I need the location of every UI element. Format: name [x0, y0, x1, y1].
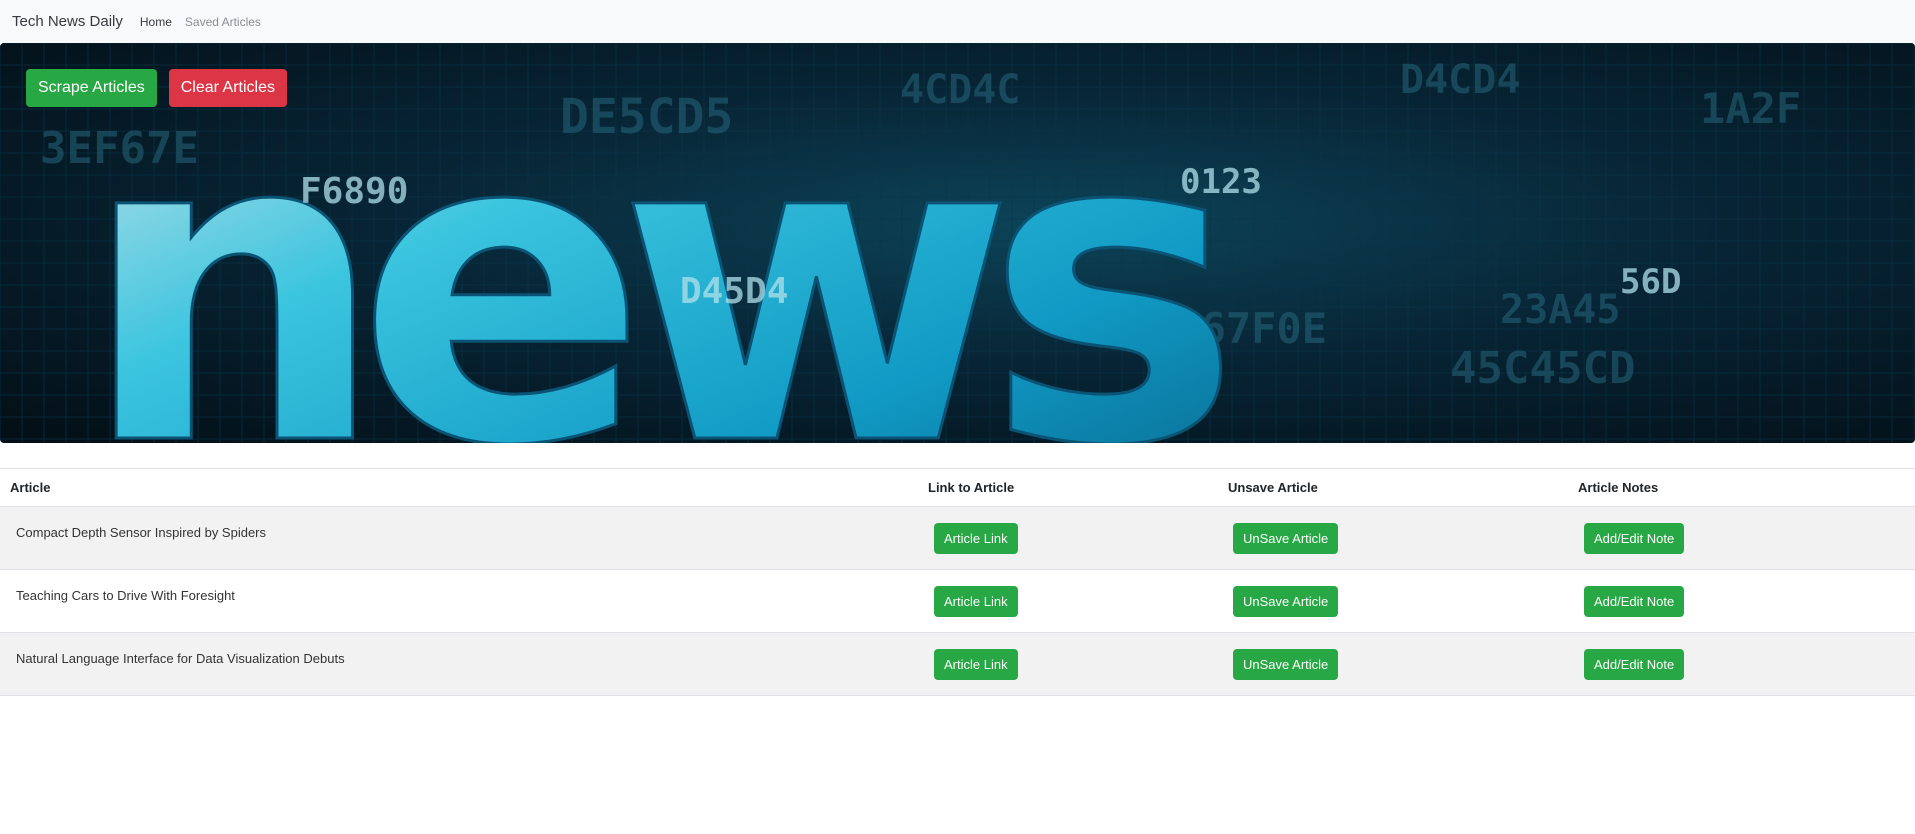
add-edit-note-button[interactable]: Add/Edit Note: [1584, 522, 1685, 554]
table-row: Teaching Cars to Drive With Foresight Ar…: [0, 569, 1915, 633]
hero-banner: 3EF67E DE5CD5 4CD4C D4CD4 1A2F 45C45CD 8…: [0, 43, 1915, 443]
unsave-article-button[interactable]: UnSave Article: [1233, 648, 1339, 680]
nav-link-home[interactable]: Home: [140, 15, 172, 29]
article-title: Natural Language Interface for Data Visu…: [16, 650, 345, 666]
article-title-cell: Natural Language Interface for Data Visu…: [0, 632, 928, 696]
clear-articles-button[interactable]: Clear Articles: [168, 69, 287, 107]
article-link-button[interactable]: Article Link: [934, 585, 1018, 617]
unsave-cell: UnSave Article: [1228, 632, 1578, 696]
news-banner-image: 3EF67E DE5CD5 4CD4C D4CD4 1A2F 45C45CD 8…: [0, 43, 1915, 443]
note-cell: Add/Edit Note: [1578, 632, 1915, 696]
note-cell: Add/Edit Note: [1578, 569, 1915, 633]
table-row: Compact Depth Sensor Inspired by Spiders…: [0, 506, 1915, 570]
unsave-cell: UnSave Article: [1228, 506, 1578, 570]
header-article: Article: [0, 468, 928, 507]
header-link: Link to Article: [928, 468, 1228, 507]
article-title: Compact Depth Sensor Inspired by Spiders: [16, 524, 267, 540]
article-title-cell: Compact Depth Sensor Inspired by Spiders: [0, 506, 928, 570]
header-unsave: Unsave Article: [1228, 468, 1578, 507]
article-title: Teaching Cars to Drive With Foresight: [16, 587, 235, 603]
saved-articles-table: Article Link to Article Unsave Article A…: [0, 468, 1915, 696]
brand-logo-text[interactable]: Tech News Daily: [12, 13, 123, 30]
article-link-cell: Article Link: [928, 569, 1228, 633]
article-title-cell: Teaching Cars to Drive With Foresight: [0, 569, 928, 633]
unsave-article-button[interactable]: UnSave Article: [1233, 522, 1339, 554]
add-edit-note-button[interactable]: Add/Edit Note: [1584, 648, 1685, 680]
add-edit-note-button[interactable]: Add/Edit Note: [1584, 585, 1685, 617]
navbar: Tech News Daily Home Saved Articles: [0, 0, 1915, 43]
article-link-cell: Article Link: [928, 632, 1228, 696]
scrape-articles-button[interactable]: Scrape Articles: [26, 69, 157, 107]
table-row: Natural Language Interface for Data Visu…: [0, 632, 1915, 696]
note-cell: Add/Edit Note: [1578, 506, 1915, 570]
saved-articles-table-wrap: Article Link to Article Unsave Article A…: [0, 468, 1915, 696]
table-header-row: Article Link to Article Unsave Article A…: [0, 468, 1915, 507]
unsave-cell: UnSave Article: [1228, 569, 1578, 633]
article-link-button[interactable]: Article Link: [934, 522, 1018, 554]
article-link-cell: Article Link: [928, 506, 1228, 570]
article-link-button[interactable]: Article Link: [934, 648, 1018, 680]
nav-link-saved-articles[interactable]: Saved Articles: [185, 15, 261, 29]
header-notes: Article Notes: [1578, 468, 1915, 507]
unsave-article-button[interactable]: UnSave Article: [1233, 585, 1339, 617]
